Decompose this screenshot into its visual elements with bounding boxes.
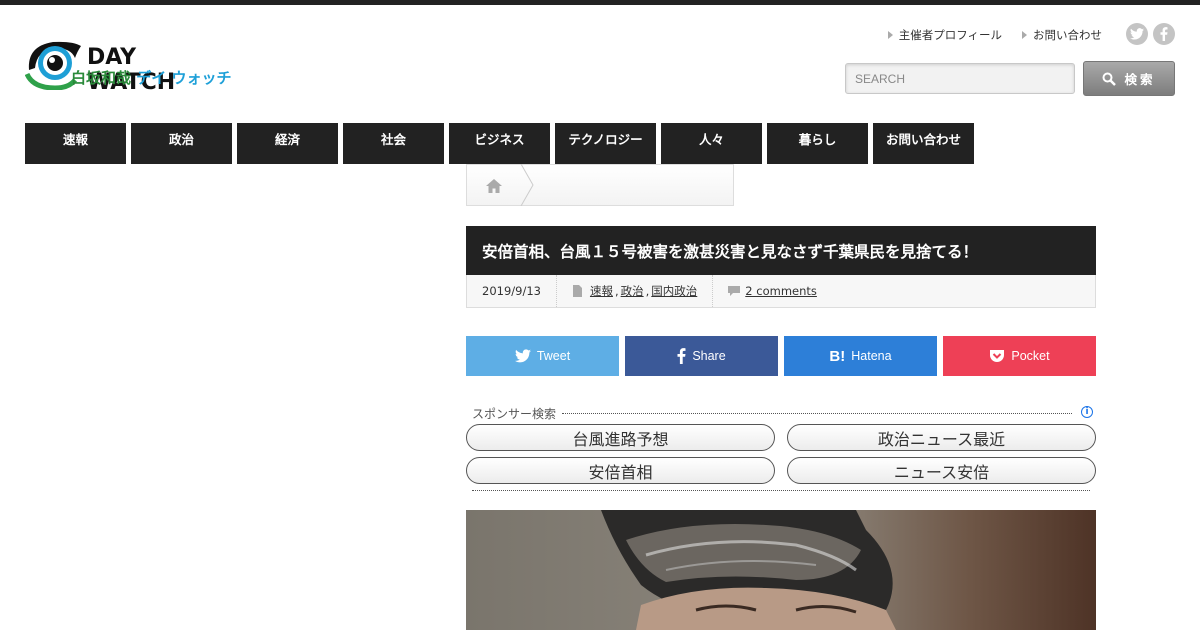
sponsor-label: スポンサー検索 xyxy=(472,405,562,422)
nav-item-label: 経済 xyxy=(274,132,300,147)
search-button-label: 検索 xyxy=(1124,72,1156,87)
nav-item-label: 社会 xyxy=(380,132,406,147)
twitter-icon xyxy=(514,349,531,363)
post-categories: 速報, 政治, 国内政治 xyxy=(557,275,714,307)
nav-item-label: ビジネス xyxy=(474,132,525,147)
nav-item-business[interactable]: ビジネス xyxy=(449,123,550,164)
facebook-icon xyxy=(677,348,686,364)
nav-item-technology[interactable]: テクノロジー xyxy=(555,123,656,164)
divider xyxy=(562,413,1072,414)
share-buttons: Tweet Share B! Hatena Pocket xyxy=(466,336,1096,376)
header-link-label: お問い合わせ xyxy=(1033,28,1102,42)
logo-subtitle-part1: 白坂和哉 xyxy=(71,69,132,87)
nav-item-politics[interactable]: 政治 xyxy=(131,123,232,164)
facebook-share-button[interactable]: Share xyxy=(625,336,778,376)
hatena-icon: B! xyxy=(829,347,846,365)
social-links xyxy=(1126,23,1175,45)
nav-item-label: 人々 xyxy=(698,132,724,147)
home-icon[interactable] xyxy=(485,178,503,194)
sponsor-link[interactable]: 台風進路予想 xyxy=(466,424,775,451)
top-bar xyxy=(0,0,1200,5)
comments-link[interactable]: 2 comments xyxy=(745,284,817,298)
post-featured-image xyxy=(466,510,1096,630)
nav-item-contact[interactable]: お問い合わせ xyxy=(873,123,974,164)
nav-item-life[interactable]: 暮らし xyxy=(767,123,868,164)
comment-icon xyxy=(728,285,741,296)
pocket-label: Pocket xyxy=(1011,349,1050,363)
logo-subtitle-part2: デイ ウォッチ xyxy=(136,69,232,87)
post-comments: 2 comments xyxy=(713,275,832,307)
divider xyxy=(472,490,1090,491)
nav-item-label: 速報 xyxy=(62,132,88,147)
header-links: 主催者プロフィール お問い合わせ xyxy=(887,27,1102,43)
search-icon xyxy=(1102,72,1117,86)
site-logo[interactable]: DAY WATCH 白坂和哉 デイ ウォッチ xyxy=(25,36,231,95)
hatena-button[interactable]: B! Hatena xyxy=(784,336,937,376)
sponsor-link[interactable]: 安倍首相 xyxy=(466,457,775,484)
sponsor-link[interactable]: ニュース安倍 xyxy=(787,457,1096,484)
category-link[interactable]: 国内政治 xyxy=(651,283,697,299)
share-label: Share xyxy=(692,349,726,363)
sponsor-links: 台風進路予想 政治ニュース最近 安倍首相 ニュース安倍 xyxy=(466,424,1096,484)
nav-item-label: テクノロジー xyxy=(568,132,643,147)
post-date: 2019/9/13 xyxy=(467,275,557,307)
sponsor-header: スポンサー検索 i xyxy=(466,405,1096,422)
search-input[interactable] xyxy=(845,63,1075,94)
nav-item-label: 暮らし xyxy=(798,132,837,147)
twitter-icon[interactable] xyxy=(1126,23,1148,45)
nav-item-breaking[interactable]: 速報 xyxy=(25,123,126,164)
nav-item-society[interactable]: 社会 xyxy=(343,123,444,164)
breadcrumb xyxy=(466,164,734,206)
nav-item-label: 政治 xyxy=(168,132,194,147)
main-nav: 速報 政治 経済 社会 ビジネス テクノロジー 人々 暮らし お問い合わせ xyxy=(25,123,974,164)
tweet-label: Tweet xyxy=(536,349,571,363)
header-link-profile[interactable]: 主催者プロフィール xyxy=(887,27,1002,43)
breadcrumb-separator xyxy=(520,164,534,206)
search-button[interactable]: 検索 xyxy=(1083,61,1175,96)
nav-item-people[interactable]: 人々 xyxy=(661,123,762,164)
nav-item-economy[interactable]: 経済 xyxy=(237,123,338,164)
tweet-button[interactable]: Tweet xyxy=(466,336,619,376)
pocket-icon xyxy=(990,349,1005,362)
header-link-contact[interactable]: お問い合わせ xyxy=(1022,27,1102,43)
triangle-icon xyxy=(1022,31,1027,39)
header-link-label: 主催者プロフィール xyxy=(898,28,1002,42)
portrait-image xyxy=(466,510,1096,630)
logo-subtitle: 白坂和哉 デイ ウォッチ xyxy=(71,67,231,88)
category-link[interactable]: 政治 xyxy=(621,283,644,299)
hatena-label: Hatena xyxy=(851,349,892,363)
nav-item-label: お問い合わせ xyxy=(885,132,961,147)
facebook-icon[interactable] xyxy=(1153,23,1175,45)
triangle-icon xyxy=(887,31,893,39)
post-meta: 2019/9/13 速報, 政治, 国内政治 2 comments xyxy=(466,275,1096,308)
document-icon xyxy=(572,285,582,297)
info-icon[interactable]: i xyxy=(1081,406,1093,418)
pocket-button[interactable]: Pocket xyxy=(943,336,1096,376)
post-title: 安倍首相、台風１５号被害を激甚災害と見なさず千葉県民を見捨てる！ xyxy=(466,226,1096,275)
sponsor-link[interactable]: 政治ニュース最近 xyxy=(787,424,1096,451)
category-link[interactable]: 速報 xyxy=(590,283,613,299)
